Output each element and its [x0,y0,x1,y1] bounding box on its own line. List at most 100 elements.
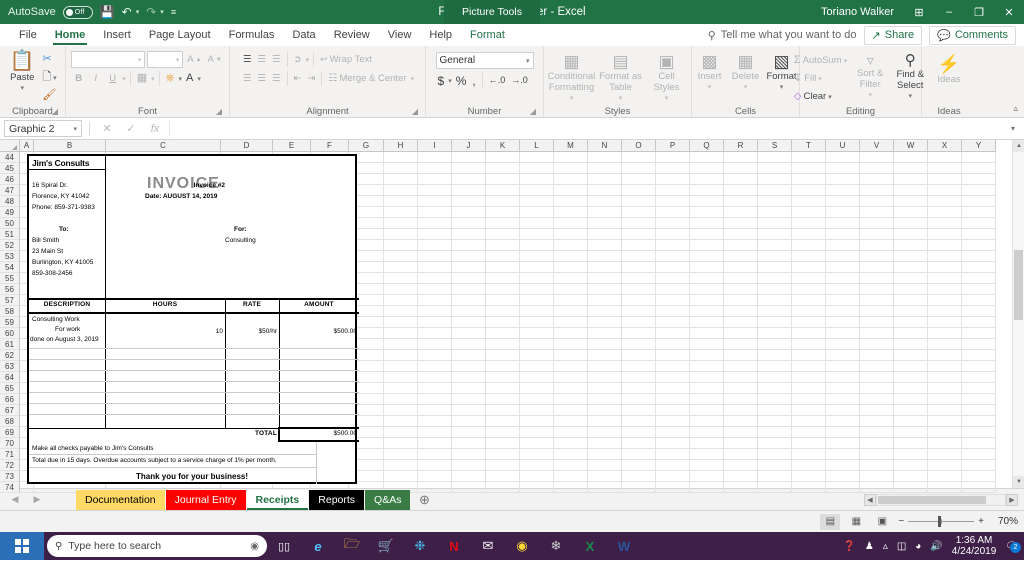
tab-file[interactable]: File [10,24,46,46]
row-header-57[interactable]: 57 [0,295,20,306]
grid-cell[interactable] [724,251,758,262]
customize-quick-access-icon[interactable]: ≡ [171,7,176,17]
grid-cell[interactable] [792,174,826,185]
grid-cell[interactable] [486,350,520,361]
sheet-tab-documentation[interactable]: Documentation [76,489,165,510]
name-box-dropdown-icon[interactable]: ▾ [73,125,77,133]
grid-cell[interactable] [826,306,860,317]
grid-cell[interactable] [826,229,860,240]
grid-cell[interactable] [418,185,452,196]
grid-cell[interactable] [894,471,928,482]
grid-cell[interactable] [826,317,860,328]
grid-cell[interactable] [928,383,962,394]
tab-view[interactable]: View [379,24,421,46]
grid-cell[interactable] [962,339,996,350]
grid-cell[interactable] [656,196,690,207]
grid-cell[interactable] [724,207,758,218]
grid-cell[interactable] [860,152,894,163]
column-header-p[interactable]: P [656,140,690,152]
grid-cell[interactable] [826,460,860,471]
grid-cell[interactable] [588,427,622,438]
grid-cell[interactable] [962,460,996,471]
grid-cell[interactable] [452,229,486,240]
grid-cell[interactable] [452,427,486,438]
volume-icon[interactable]: 🔊 [930,541,942,552]
grid-cell[interactable] [554,207,588,218]
grid-cell[interactable] [486,405,520,416]
row-header-61[interactable]: 61 [0,339,20,350]
grid-cell[interactable] [690,449,724,460]
grid-cell[interactable] [656,306,690,317]
grid-cell[interactable] [724,229,758,240]
grid-cell[interactable] [826,262,860,273]
grid-cell[interactable] [758,427,792,438]
grid-cell[interactable] [554,427,588,438]
column-header-n[interactable]: N [588,140,622,152]
grid-cell[interactable] [418,152,452,163]
grid-cell[interactable] [758,482,792,493]
grid-cell[interactable] [418,306,452,317]
grid-cell[interactable] [418,273,452,284]
comma-format-button[interactable]: , [470,72,477,89]
row-header-69[interactable]: 69 [0,427,20,438]
grid-cell[interactable] [520,482,554,493]
format-dropdown-icon[interactable]: ▾ [780,83,784,91]
grid-cell[interactable] [418,317,452,328]
grid-cell[interactable] [962,284,996,295]
grid-cell[interactable] [792,427,826,438]
horizontal-scrollbar[interactable]: ◀ ▶ [864,493,1018,506]
add-sheet-icon[interactable]: ⊕ [411,492,437,508]
grid-cell[interactable] [520,218,554,229]
grid-cell[interactable] [928,416,962,427]
align-top-button[interactable]: ☰ [241,51,254,68]
grid-cell[interactable] [690,240,724,251]
column-header-x[interactable]: X [928,140,962,152]
grid-cell[interactable] [894,152,928,163]
grid-cell[interactable] [894,361,928,372]
grid-cell[interactable] [656,427,690,438]
grid-cell[interactable] [962,383,996,394]
grid-cell[interactable] [758,438,792,449]
grid-cell[interactable] [962,229,996,240]
grid-cell[interactable] [928,262,962,273]
grid-cell[interactable] [860,350,894,361]
grid-cell[interactable] [520,449,554,460]
grid-cell[interactable] [690,361,724,372]
column-header-y[interactable]: Y [962,140,996,152]
cortana-icon[interactable]: ◉ [250,541,259,552]
help-icon[interactable]: ❓ [843,541,855,552]
row-header-45[interactable]: 45 [0,163,20,174]
grid-cell[interactable] [826,405,860,416]
grid-cell[interactable] [554,383,588,394]
next-sheet-icon[interactable]: ▶ [26,494,48,505]
grid-cell[interactable] [724,339,758,350]
grid-cell[interactable] [724,449,758,460]
column-header-f[interactable]: F [311,140,349,152]
grid-cell[interactable] [962,262,996,273]
grid-cell[interactable] [588,416,622,427]
grid-cell[interactable] [894,339,928,350]
column-header-s[interactable]: S [758,140,792,152]
grid-cell[interactable] [894,284,928,295]
grid-cell[interactable] [486,152,520,163]
select-all-button[interactable] [0,140,20,152]
grid-cell[interactable] [486,196,520,207]
grid-cell[interactable] [622,284,656,295]
grid-cell[interactable] [894,427,928,438]
netflix-icon[interactable]: N [437,532,471,560]
grid-cell[interactable] [486,471,520,482]
save-icon[interactable]: 💾 [100,6,115,18]
accounting-dropdown-icon[interactable]: ▾ [448,77,452,85]
grid-cell[interactable] [758,152,792,163]
grid-cell[interactable] [588,438,622,449]
row-header-59[interactable]: 59 [0,317,20,328]
grid-cell[interactable] [554,361,588,372]
grid-cell[interactable] [418,218,452,229]
clear-dropdown-icon[interactable]: ▾ [828,93,832,101]
grid-cell[interactable] [486,328,520,339]
grid-cell[interactable] [486,295,520,306]
grid-cell[interactable] [622,361,656,372]
grid-cell[interactable] [690,317,724,328]
insert-function-icon[interactable]: fx [145,123,165,135]
row-header-48[interactable]: 48 [0,196,20,207]
